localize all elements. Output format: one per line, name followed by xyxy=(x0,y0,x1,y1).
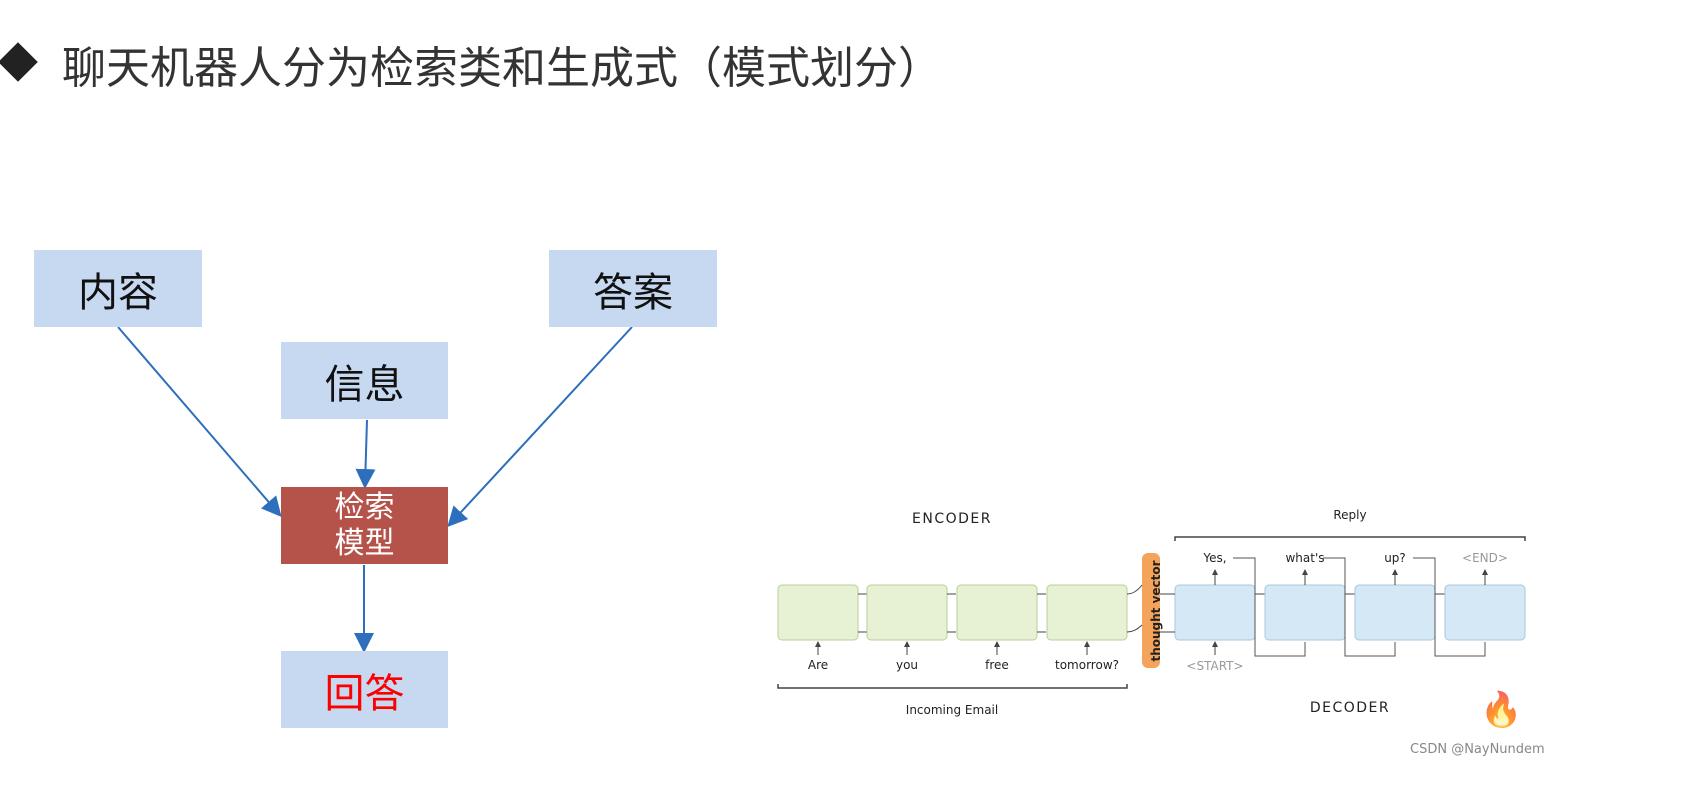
decoder-cell xyxy=(1444,584,1526,641)
reply-label: Reply xyxy=(1333,508,1366,522)
decoder-cell xyxy=(1264,584,1346,641)
csdn-watermark: CSDN @NayNundem xyxy=(1410,742,1545,757)
info-box: 信息 xyxy=(281,342,448,419)
encoder-cell xyxy=(956,584,1038,641)
input-word: Are xyxy=(808,658,828,672)
decoder-cell xyxy=(1174,584,1256,641)
encoder-cell xyxy=(1046,584,1128,641)
encoder-label: ENCODER xyxy=(912,511,992,527)
decoder-label: DECODER xyxy=(1310,700,1390,716)
input-word: free xyxy=(985,658,1009,672)
encoder-cell xyxy=(866,584,948,641)
incoming-email-label: Incoming Email xyxy=(906,703,998,717)
retrieval-model-box: 检索模型 xyxy=(281,487,448,564)
input-word: tomorrow? xyxy=(1055,658,1119,672)
input-word: you xyxy=(896,658,918,672)
decoder-cell xyxy=(1354,584,1436,641)
start-token: <START> xyxy=(1186,659,1243,673)
imooc-watermark: 🔥 xyxy=(1480,690,1523,730)
answer-box: 答案 xyxy=(549,250,717,327)
incoming-brace xyxy=(777,684,1128,689)
encoder-cell xyxy=(777,584,859,641)
reply-brace xyxy=(1174,536,1526,541)
output-word: <END> xyxy=(1462,551,1508,565)
output-word: up? xyxy=(1384,551,1406,565)
output-word: what's xyxy=(1285,551,1324,565)
output-word: Yes, xyxy=(1202,551,1226,565)
reply-box: 回答 xyxy=(281,651,448,728)
content-box: 内容 xyxy=(34,250,202,327)
diagram-canvas: Are you free tomorrow? Yes, what's up? <END> EN… xyxy=(117,326,1526,717)
thought-vector-label: thought vector xyxy=(1149,560,1163,661)
